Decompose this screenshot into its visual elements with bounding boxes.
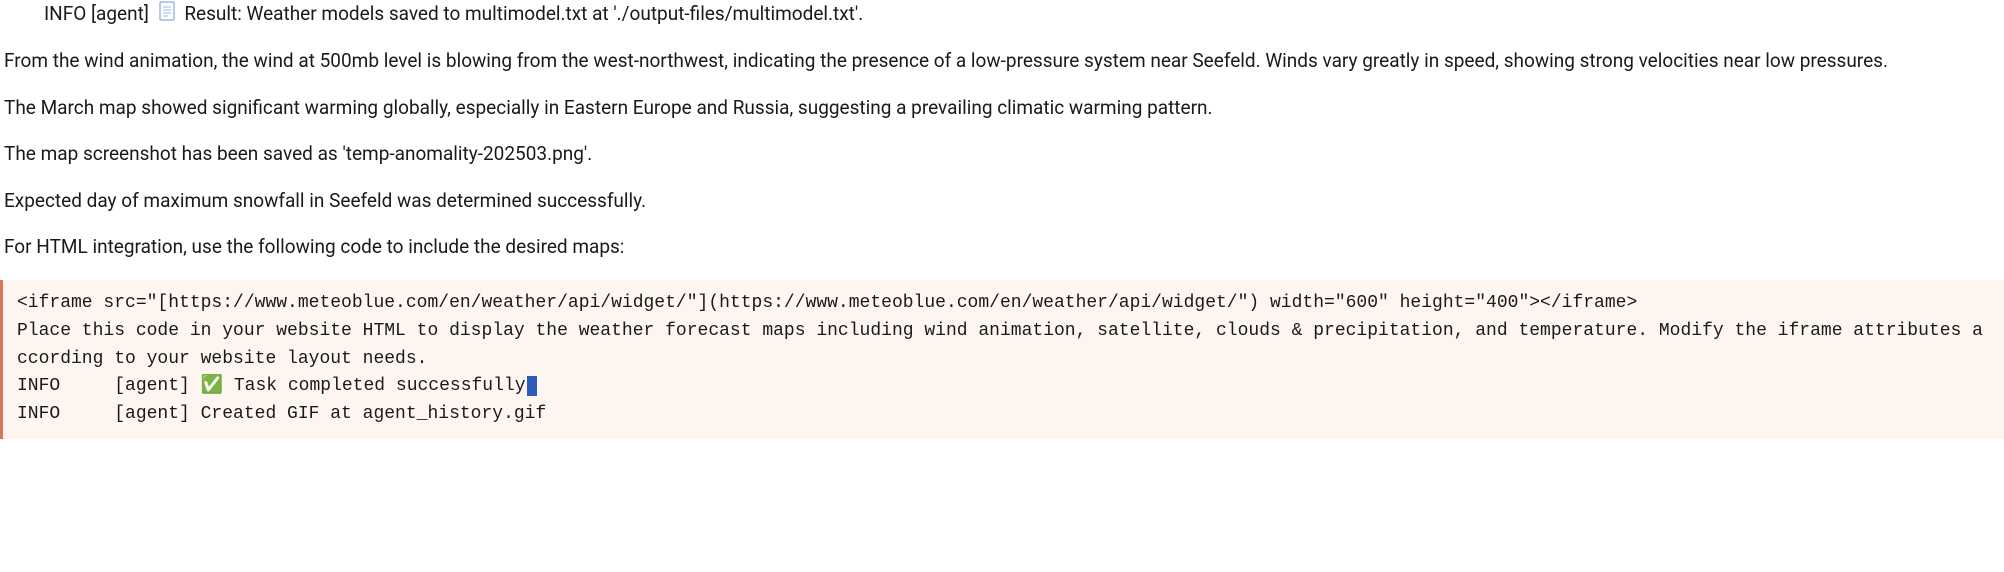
log-line-info: INFO [agent] Result: Weather models save… <box>44 0 2004 29</box>
log-result-text: Result: Weather models saved to multimod… <box>184 2 863 25</box>
paragraph-wind: From the wind animation, the wind at 500… <box>4 47 2004 76</box>
paragraph-screenshot: The map screenshot has been saved as 'te… <box>4 140 2004 169</box>
text-cursor <box>527 376 537 396</box>
check-icon: ✅ <box>201 376 223 396</box>
code-line-gif: INFO [agent] Created GIF at agent_histor… <box>17 404 546 424</box>
paragraph-html-integration: For HTML integration, use the following … <box>4 233 2004 262</box>
code-line-task-prefix: INFO [agent] <box>17 376 201 396</box>
code-block: <iframe src="[https://www.meteoblue.com/… <box>0 280 2004 439</box>
paragraph-snowfall: Expected day of maximum snowfall in Seef… <box>4 187 2004 216</box>
paragraph-march: The March map showed significant warming… <box>4 94 2004 123</box>
log-prefix: INFO [agent] <box>44 2 149 25</box>
code-line-task-text: Task completed successfully <box>223 376 525 396</box>
code-line-instructions: Place this code in your website HTML to … <box>17 321 1983 369</box>
document-icon <box>158 1 176 30</box>
code-line-iframe: <iframe src="[https://www.meteoblue.com/… <box>17 293 1637 313</box>
